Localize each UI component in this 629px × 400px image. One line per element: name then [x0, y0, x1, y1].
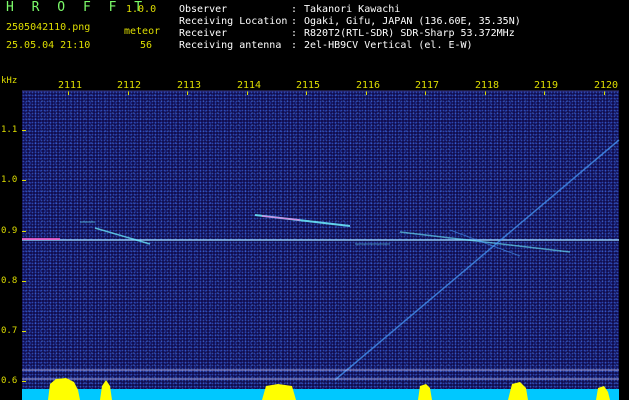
level-peak	[596, 386, 610, 400]
meteor-echo	[94, 227, 151, 245]
hrofft-window: { "app": { "title": "H R O F F T", "vers…	[0, 0, 629, 400]
level-peak	[418, 384, 432, 400]
doppler-sweep	[449, 229, 521, 257]
level-peak	[262, 384, 296, 400]
meteor-echo-core	[261, 215, 301, 221]
signal-overlay	[22, 90, 620, 400]
level-peak	[508, 382, 528, 400]
doppler-sweep	[334, 139, 620, 381]
meteor-echo	[399, 231, 571, 253]
level-peak	[100, 380, 112, 400]
level-peak	[48, 378, 80, 400]
